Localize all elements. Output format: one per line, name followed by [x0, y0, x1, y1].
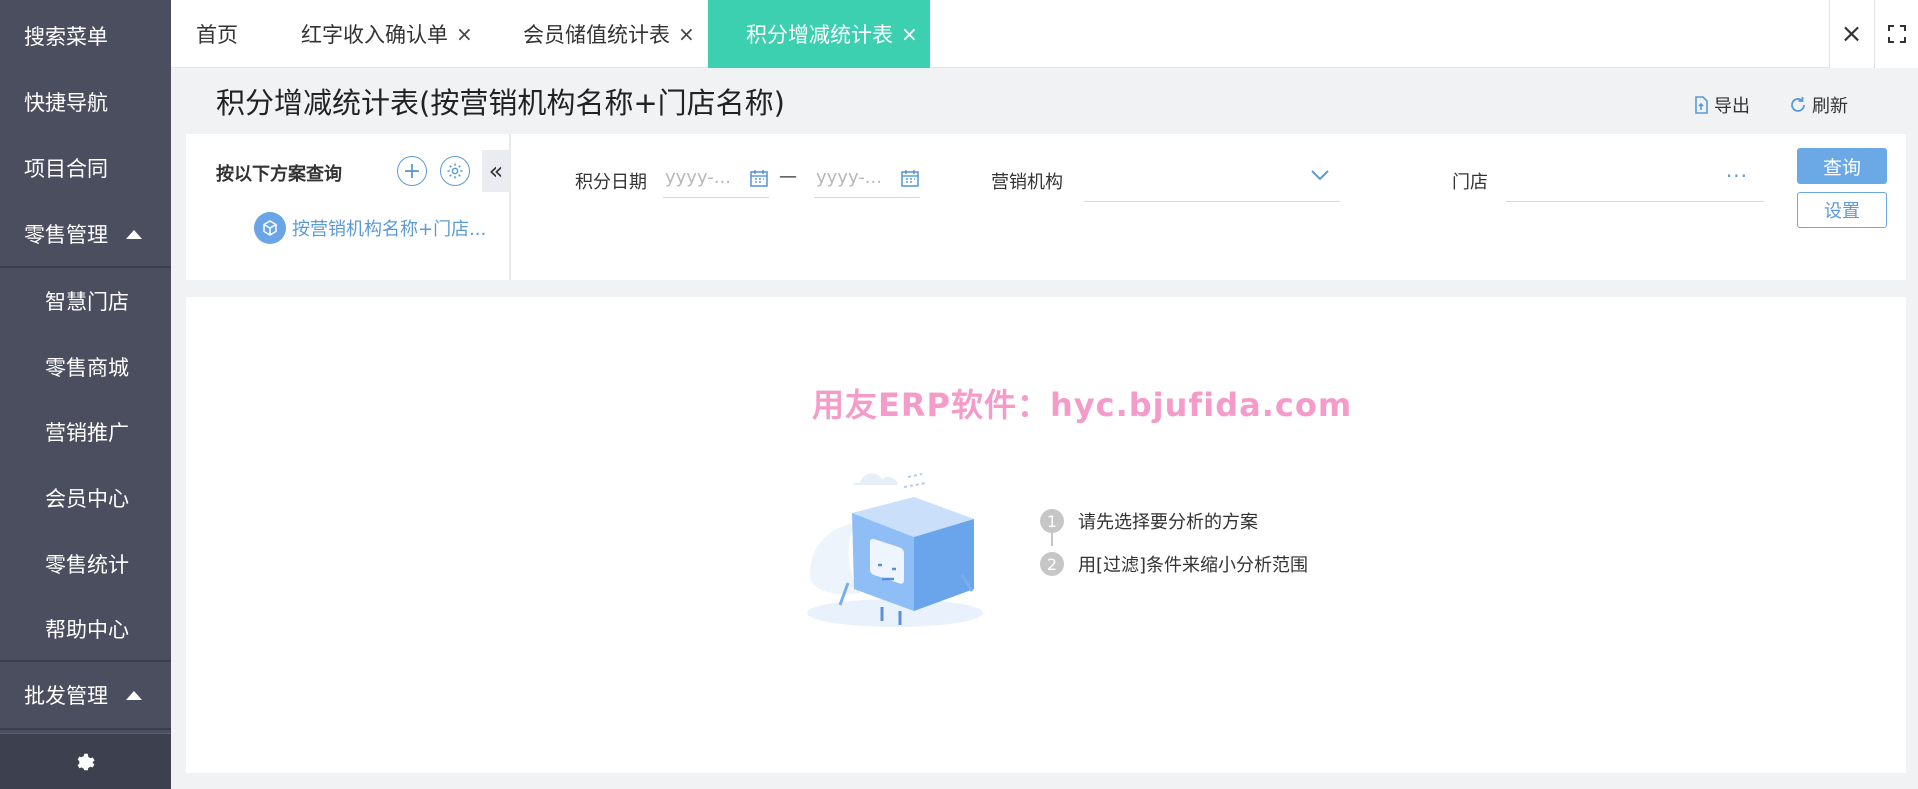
close-icon: × — [1840, 19, 1863, 49]
close-icon[interactable]: × — [901, 22, 918, 46]
tab-label: 会员储值统计表 — [523, 23, 670, 47]
caret-up-icon — [126, 690, 142, 700]
sidebar-group-wholesale[interactable]: 批发管理 — [0, 662, 171, 728]
settings-button[interactable] — [0, 733, 171, 789]
cube-icon — [254, 212, 286, 244]
hint-number: 2 — [1040, 552, 1064, 576]
sidebar-item-label: 快捷导航 — [24, 91, 108, 115]
tab-bar: 首页 红字收入确认单 × 会员储值统计表 × 积分增减统计表 × × — [171, 0, 1918, 68]
export-icon — [1695, 96, 1708, 114]
scheme-panel — [186, 134, 510, 280]
empty-state-illustration-icon — [807, 473, 983, 627]
filter-panel — [511, 134, 1906, 280]
scheme-item[interactable]: 按营销机构名称+门店... — [254, 212, 486, 244]
gear-icon — [447, 163, 463, 179]
sidebar-item-label: 零售统计 — [45, 553, 129, 577]
tab-home[interactable]: 首页 — [196, 0, 238, 68]
hint-item: 2 用[过滤]条件来缩小分析范围 — [1040, 551, 1308, 577]
close-icon[interactable]: × — [456, 22, 473, 46]
tab-label: 积分增减统计表 — [746, 23, 893, 47]
chevron-down-icon — [1311, 170, 1329, 181]
watermark: 用友ERP软件：hyc.bjufida.com — [812, 386, 1353, 424]
refresh-button[interactable]: 刷新 — [1789, 92, 1848, 118]
date-start-input[interactable]: yyyy-... — [663, 158, 769, 198]
hint-item: 1 请先选择要分析的方案 — [1040, 508, 1258, 534]
sidebar-item-label: 项目合同 — [24, 157, 108, 181]
sidebar-item-label: 搜索菜单 — [24, 25, 108, 49]
org-select[interactable] — [1084, 158, 1340, 202]
plus-icon: + — [402, 158, 422, 184]
tab-points-change-stats[interactable]: 积分增减统计表 × — [708, 0, 930, 68]
calendar-icon[interactable] — [749, 168, 769, 188]
hint-text: 用[过滤]条件来缩小分析范围 — [1078, 555, 1309, 576]
sidebar-divider — [0, 728, 171, 730]
result-area — [186, 297, 1906, 773]
sidebar-item-search-menu[interactable]: 搜索菜单 — [0, 3, 171, 69]
gear-icon — [77, 753, 95, 770]
tab-member-deposit-stats[interactable]: 会员储值统计表 × — [523, 0, 695, 68]
sidebar-item-retail-mall[interactable]: 零售商城 — [0, 334, 171, 400]
store-label: 门店 — [1452, 172, 1488, 193]
sidebar-group-retail[interactable]: 零售管理 — [0, 201, 171, 267]
store-ref-input[interactable]: ··· — [1506, 158, 1764, 202]
org-label: 营销机构 — [991, 172, 1063, 193]
caret-up-icon — [126, 229, 142, 239]
sidebar-item-smart-store[interactable]: 智慧门店 — [0, 268, 171, 334]
sidebar-item-marketing[interactable]: 营销推广 — [0, 399, 171, 465]
fullscreen-button[interactable] — [1874, 0, 1918, 68]
sidebar-item-label: 智慧门店 — [45, 290, 129, 314]
close-all-tabs-button[interactable]: × — [1829, 0, 1873, 68]
hint-text: 请先选择要分析的方案 — [1078, 512, 1258, 533]
sidebar: 搜索菜单 快捷导航 项目合同 零售管理 智慧门店 零售商城 营销推广 会员中心 … — [0, 0, 171, 789]
sidebar-item-quick-nav[interactable]: 快捷导航 — [0, 69, 171, 135]
sidebar-item-label: 营销推广 — [45, 421, 129, 445]
setting-button[interactable]: 设置 — [1797, 192, 1887, 228]
calendar-icon[interactable] — [900, 168, 920, 188]
fullscreen-icon — [1887, 25, 1906, 43]
export-button[interactable]: 导出 — [1693, 92, 1750, 118]
sidebar-item-help-center[interactable]: 帮助中心 — [0, 596, 171, 662]
sidebar-item-retail-stats[interactable]: 零售统计 — [0, 531, 171, 597]
refresh-icon — [1791, 97, 1805, 112]
tab-label: 红字收入确认单 — [301, 23, 448, 47]
sidebar-item-project-contract[interactable]: 项目合同 — [0, 135, 171, 201]
tab-red-income-confirm[interactable]: 红字收入确认单 × — [301, 0, 473, 68]
double-chevron-left-icon: « — [488, 157, 504, 185]
sidebar-item-label: 零售商城 — [45, 356, 129, 380]
sidebar-item-label: 帮助中心 — [45, 618, 129, 642]
sidebar-item-label: 会员中心 — [45, 487, 129, 511]
date-label: 积分日期 — [575, 172, 647, 193]
date-start-placeholder: yyyy-... — [665, 167, 731, 188]
collapse-panel-button[interactable]: « — [482, 150, 510, 192]
more-icon[interactable]: ··· — [1726, 164, 1748, 188]
date-end-input[interactable]: yyyy-... — [814, 158, 920, 198]
scheme-item-label: 按营销机构名称+门店... — [292, 219, 487, 240]
close-icon[interactable]: × — [678, 22, 695, 46]
refresh-label: 刷新 — [1812, 96, 1848, 117]
tab-label: 首页 — [196, 23, 238, 47]
page-title: 积分增减统计表(按营销机构名称+门店名称) — [216, 86, 785, 120]
scheme-label: 按以下方案查询 — [216, 164, 342, 185]
add-scheme-button[interactable]: + — [397, 156, 427, 186]
sidebar-item-member-center[interactable]: 会员中心 — [0, 465, 171, 531]
date-separator: — — [779, 166, 797, 187]
export-label: 导出 — [1714, 96, 1750, 117]
sidebar-item-label: 零售管理 — [24, 223, 108, 247]
date-end-placeholder: yyyy-... — [816, 167, 882, 188]
hint-number: 1 — [1040, 509, 1064, 533]
query-button[interactable]: 查询 — [1797, 148, 1887, 184]
scheme-settings-button[interactable] — [440, 156, 470, 186]
sidebar-item-label: 批发管理 — [24, 684, 108, 708]
